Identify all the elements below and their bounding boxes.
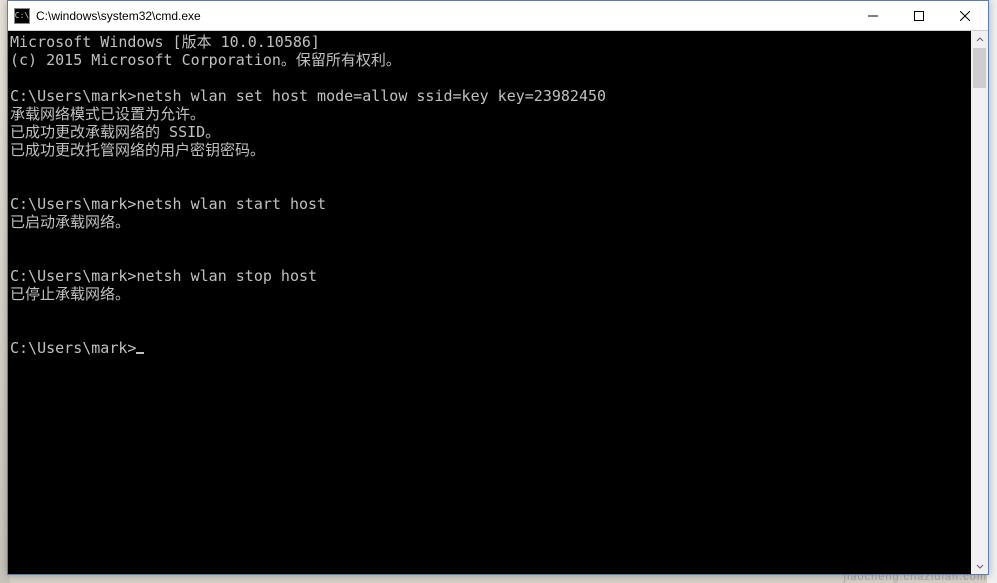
close-icon — [960, 11, 970, 21]
close-button[interactable] — [942, 1, 988, 30]
terminal-line: C:\Users\mark>netsh wlan start host — [10, 195, 969, 213]
window-controls — [850, 1, 988, 30]
terminal-area: Microsoft Windows [版本 10.0.10586](c) 201… — [8, 31, 988, 574]
terminal-line — [10, 249, 969, 267]
terminal-line: Microsoft Windows [版本 10.0.10586] — [10, 33, 969, 51]
scroll-up-button[interactable] — [971, 31, 988, 48]
terminal-line: 承载网络模式已设置为允许。 — [10, 105, 969, 123]
terminal-line: 已成功更改承载网络的 SSID。 — [10, 123, 969, 141]
scroll-thumb[interactable] — [973, 48, 986, 88]
terminal-content[interactable]: Microsoft Windows [版本 10.0.10586](c) 201… — [8, 31, 971, 574]
titlebar[interactable]: C:\ C:\windows\system32\cmd.exe — [8, 1, 988, 31]
terminal-line — [10, 69, 969, 87]
window-title: C:\windows\system32\cmd.exe — [36, 9, 850, 23]
maximize-button[interactable] — [896, 1, 942, 30]
scroll-track[interactable] — [971, 48, 988, 557]
terminal-line: (c) 2015 Microsoft Corporation。保留所有权利。 — [10, 51, 969, 69]
terminal-line — [10, 303, 969, 321]
terminal-line: C:\Users\mark>netsh wlan stop host — [10, 267, 969, 285]
chevron-down-icon — [976, 562, 984, 570]
terminal-line: 已停止承载网络。 — [10, 285, 969, 303]
terminal-line: 已成功更改托管网络的用户密钥密码。 — [10, 141, 969, 159]
scroll-down-button[interactable] — [971, 557, 988, 574]
maximize-icon — [914, 11, 924, 21]
cmd-icon-label: C:\ — [15, 11, 29, 20]
scrollbar[interactable] — [971, 31, 988, 574]
terminal-line — [10, 177, 969, 195]
terminal-line: 已启动承载网络。 — [10, 213, 969, 231]
minimize-button[interactable] — [850, 1, 896, 30]
cmd-icon[interactable]: C:\ — [14, 8, 30, 24]
terminal-cursor — [136, 352, 144, 354]
terminal-line — [10, 321, 969, 339]
minimize-icon — [868, 11, 878, 21]
cmd-window: C:\ C:\windows\system32\cmd.exe Microsof… — [7, 0, 989, 575]
chevron-up-icon — [976, 36, 984, 44]
terminal-line — [10, 159, 969, 177]
terminal-line: C:\Users\mark>netsh wlan set host mode=a… — [10, 87, 969, 105]
terminal-line — [10, 231, 969, 249]
terminal-line: C:\Users\mark> — [10, 339, 969, 357]
